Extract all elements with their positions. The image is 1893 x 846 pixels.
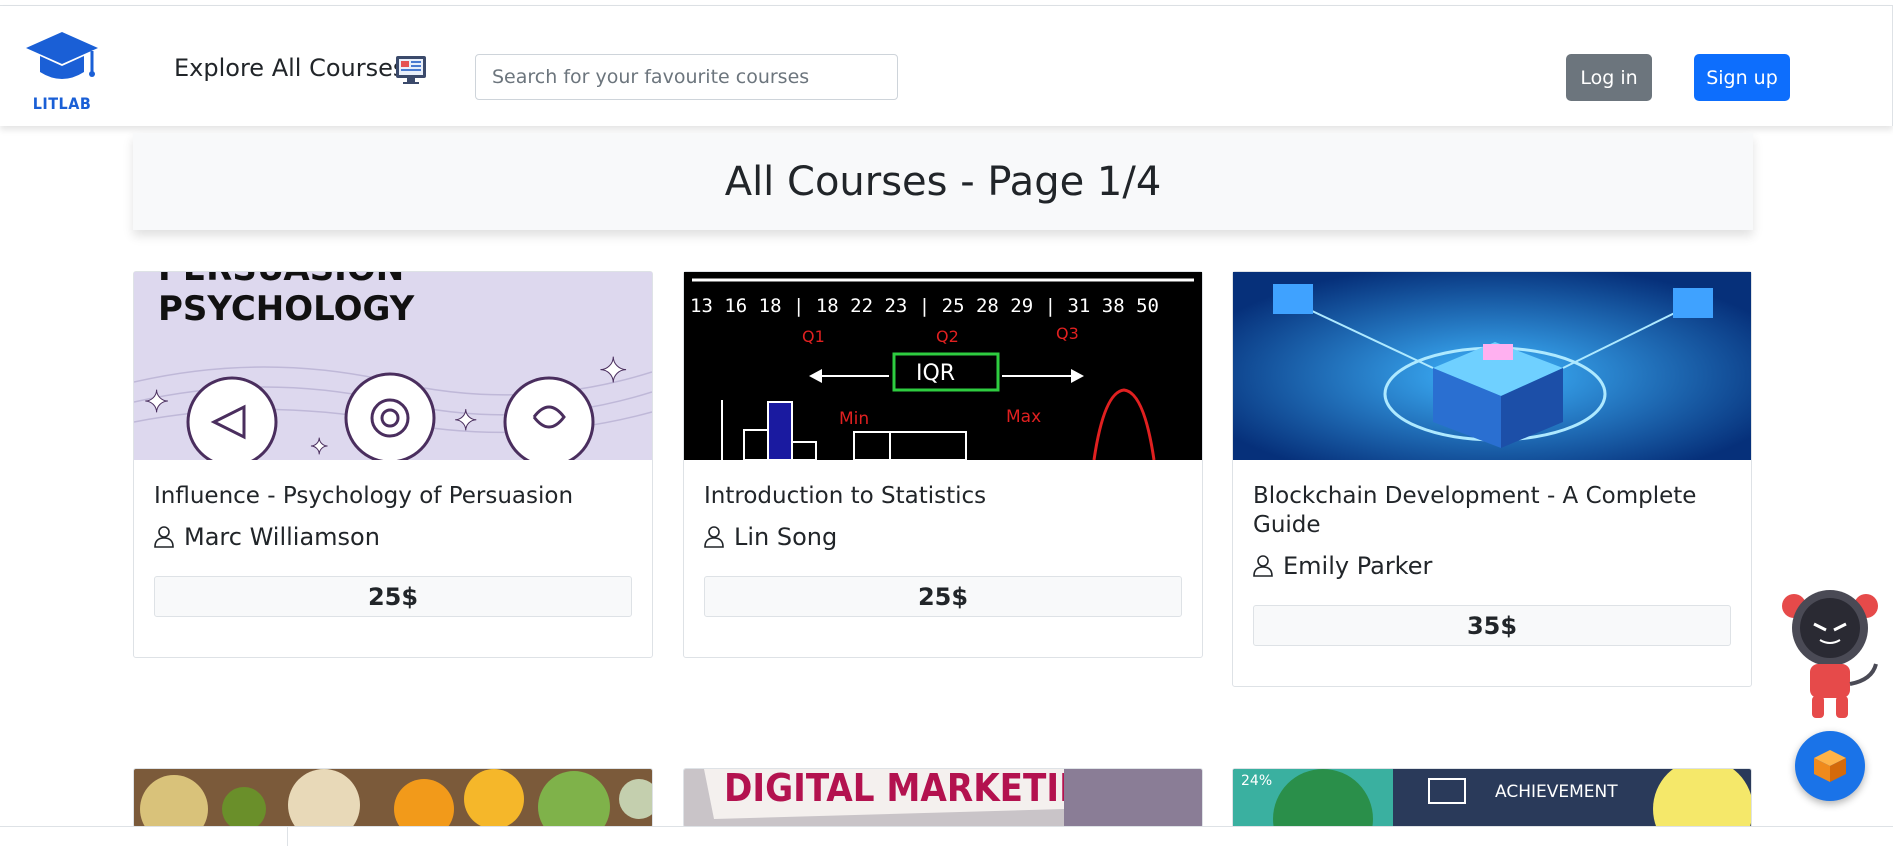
course-thumbnail[interactable]: 13 16 18 | 18 22 23 | 25 28 29 | 31 38 5… <box>684 272 1202 460</box>
course-monitor-icon <box>396 56 426 84</box>
course-card[interactable]: PERSUASION PSYCHOLOGY ✦ ✦ ✦ ✦ Influence … <box>133 271 653 658</box>
percent-label: 24% <box>1241 773 1272 789</box>
blockchain-illustration <box>1233 272 1751 460</box>
food-thumbnail <box>134 769 652 827</box>
graduation-cap-icon <box>26 32 98 79</box>
course-card[interactable]: DIGITAL MARKETING <box>683 768 1203 828</box>
image-text-persuasion: PERSUASION <box>158 272 404 289</box>
max-label: Max <box>1006 407 1041 427</box>
course-title[interactable]: Introduction to Statistics <box>704 482 1182 511</box>
cube-icon <box>1814 750 1846 782</box>
course-card[interactable] <box>133 768 653 828</box>
bottom-bar <box>0 826 1893 846</box>
achievement-thumbnail: 24% ACHIEVEMENT <box>1233 769 1751 827</box>
q2-label: Q2 <box>936 327 959 346</box>
course-author: Lin Song <box>704 523 1182 551</box>
course-author: Emily Parker <box>1253 552 1731 580</box>
course-author: Marc Williamson <box>154 523 632 551</box>
achievement-label: ACHIEVEMENT <box>1495 782 1618 802</box>
explore-courses-link[interactable]: Explore All Courses <box>174 54 405 82</box>
course-thumbnail[interactable] <box>1233 272 1751 460</box>
statistics-illustration: 13 16 18 | 18 22 23 | 25 28 29 | 31 38 5… <box>684 272 1202 460</box>
course-thumbnail[interactable]: PERSUASION PSYCHOLOGY ✦ ✦ ✦ ✦ <box>134 272 652 460</box>
course-card[interactable]: 24% ACHIEVEMENT <box>1232 768 1752 828</box>
robot-mascot-icon[interactable] <box>1780 584 1880 724</box>
q1-label: Q1 <box>802 327 825 346</box>
person-icon <box>1253 555 1273 577</box>
image-text-psychology: PSYCHOLOGY <box>158 289 415 329</box>
litlab-logo[interactable]: LITLAB <box>24 26 100 116</box>
digital-marketing-thumbnail: DIGITAL MARKETING <box>684 769 1202 827</box>
min-label: Min <box>839 409 869 429</box>
iqr-label: IQR <box>916 361 955 386</box>
persuasion-illustration: PERSUASION PSYCHOLOGY ✦ ✦ ✦ ✦ <box>134 272 652 460</box>
search-input[interactable] <box>475 54 898 100</box>
svg-text:✦: ✦ <box>310 435 328 460</box>
course-price: 35$ <box>1253 605 1731 646</box>
image-text-digital-marketing: DIGITAL MARKETING <box>724 769 1116 810</box>
svg-text:✦: ✦ <box>144 385 169 420</box>
course-card[interactable]: Blockchain Development - A Complete Guid… <box>1232 271 1752 687</box>
stat-numbers: 13 16 18 | 18 22 23 | 25 28 29 | 31 38 5… <box>690 295 1159 317</box>
person-icon <box>154 526 174 548</box>
course-card[interactable]: 13 16 18 | 18 22 23 | 25 28 29 | 31 38 5… <box>683 271 1203 658</box>
q3-label: Q3 <box>1056 324 1079 343</box>
navbar: LITLAB Explore All Courses Log in Sign u… <box>0 6 1893 126</box>
author-name: Emily Parker <box>1283 552 1433 580</box>
page-heading-text: All Courses - Page 1/4 <box>724 158 1162 205</box>
floating-action-button[interactable] <box>1795 731 1865 801</box>
person-icon <box>704 526 724 548</box>
author-name: Marc Williamson <box>184 523 380 551</box>
login-button[interactable]: Log in <box>1566 54 1652 101</box>
logo-text: LITLAB <box>32 94 92 113</box>
course-title[interactable]: Influence - Psychology of Persuasion <box>154 482 632 511</box>
course-price: 25$ <box>154 576 632 617</box>
page-heading: All Courses - Page 1/4 <box>133 133 1753 230</box>
author-name: Lin Song <box>734 523 838 551</box>
course-price: 25$ <box>704 576 1182 617</box>
course-title[interactable]: Blockchain Development - A Complete Guid… <box>1253 482 1731 540</box>
svg-text:✦: ✦ <box>599 351 628 391</box>
svg-text:✦: ✦ <box>454 404 477 437</box>
signup-button[interactable]: Sign up <box>1694 54 1790 101</box>
